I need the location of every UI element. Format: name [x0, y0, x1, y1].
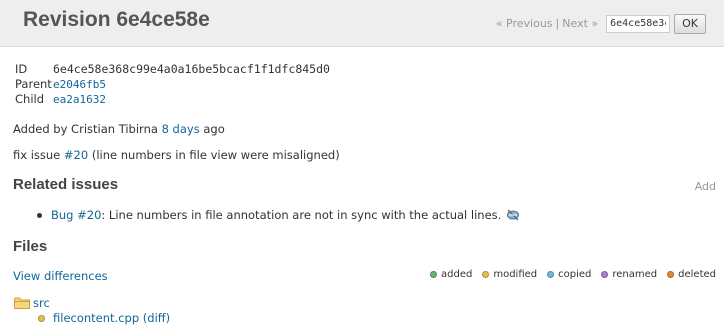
comment-issue-link[interactable]: #20: [64, 148, 88, 162]
legend-deleted: deleted: [667, 269, 716, 280]
revision-info-table: ID 6e4ce58e368c99e4a0a16be5bcacf1f1dfc84…: [15, 61, 330, 106]
related-issues-heading: Related issues: [13, 176, 119, 193]
diff-link[interactable]: (diff): [143, 311, 170, 325]
renamed-dot-icon: [601, 271, 609, 278]
added-by-line: Added by Cristian Tibirna 8 days ago: [13, 122, 225, 136]
folder-item: src: [14, 296, 50, 310]
child-link[interactable]: ea2a1632: [53, 93, 106, 106]
revision-navigation: « Previous | Next » OK: [496, 0, 724, 47]
files-heading: Files: [13, 238, 48, 255]
id-row: ID 6e4ce58e368c99e4a0a16be5bcacf1f1dfc84…: [15, 61, 330, 76]
added-dot-icon: [430, 271, 437, 278]
file-link[interactable]: filecontent.cpp: [53, 311, 139, 325]
related-issue-link[interactable]: Bug #20: [51, 208, 101, 222]
id-label: ID: [15, 61, 28, 76]
add-related-link[interactable]: Add: [695, 180, 716, 193]
child-label: Child: [15, 91, 45, 106]
legend-deleted-label: deleted: [678, 269, 716, 280]
folder-link[interactable]: src: [33, 296, 50, 310]
commit-comment: fix issue #20 (line numbers in file view…: [13, 148, 340, 162]
modified-dot-icon: [482, 271, 490, 278]
page-title: Revision 6e4ce58e: [23, 8, 210, 31]
id-value: 6e4ce58e368c99e4a0a16be5bcacf1f1dfc845d0: [53, 61, 330, 76]
legend-modified: modified: [482, 269, 537, 280]
child-row: Child ea2a1632: [15, 91, 330, 106]
previous-link[interactable]: « Previous: [496, 17, 553, 30]
deleted-dot-icon: [667, 271, 675, 278]
legend-modified-label: modified: [493, 269, 538, 280]
added-by-text: Added by Cristian Tibirna: [13, 122, 162, 136]
view-differences-link[interactable]: View differences: [13, 269, 108, 283]
legend-copied: copied: [547, 269, 591, 280]
parent-link[interactable]: e2046fb5: [53, 78, 106, 91]
added-suffix: ago: [199, 122, 225, 136]
revision-input[interactable]: [606, 14, 671, 33]
file-item: filecontent.cpp (diff): [38, 311, 170, 325]
parent-label: Parent: [15, 76, 52, 91]
next-link[interactable]: Next »: [562, 17, 598, 30]
legend-added-label: added: [441, 269, 473, 280]
copied-dot-icon: [547, 271, 555, 278]
legend-copied-label: copied: [558, 269, 592, 280]
bullet-icon: [37, 212, 42, 218]
legend-renamed-label: renamed: [612, 269, 658, 280]
unlink-icon[interactable]: [506, 208, 520, 222]
modified-dot-icon: [38, 314, 45, 322]
change-legend: added modified copied renamed deleted: [430, 269, 716, 280]
ok-button[interactable]: OK: [674, 13, 706, 34]
folder-icon: [14, 297, 30, 309]
added-time-link[interactable]: 8 days: [162, 122, 200, 136]
nav-separator: |: [555, 17, 560, 30]
related-issue-item: Bug #20: Line numbers in file annotation…: [37, 208, 520, 222]
parent-row: Parent e2046fb5: [15, 76, 330, 91]
comment-prefix: fix issue: [13, 148, 64, 162]
related-issue-text: : Line numbers in file annotation are no…: [101, 208, 502, 222]
comment-suffix: (line numbers in file view were misalign…: [88, 148, 340, 162]
legend-renamed: renamed: [601, 269, 657, 280]
page-header: Revision 6e4ce58e « Previous | Next » OK: [0, 0, 724, 47]
legend-added: added: [430, 269, 472, 280]
